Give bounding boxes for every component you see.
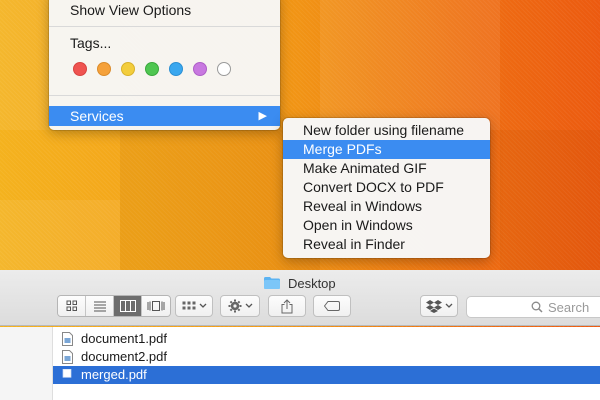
service-make-animated-gif[interactable]: Make Animated GIF [283, 159, 490, 178]
list-view-button[interactable] [86, 296, 114, 316]
wallpaper-tile [320, 0, 500, 130]
window-title-text: Desktop [287, 276, 336, 291]
cover-flow-icon [147, 301, 165, 311]
file-name: document1.pdf [81, 331, 168, 346]
file-row-document2[interactable]: document2.pdf [53, 348, 600, 366]
chevron-down-icon [199, 303, 206, 308]
view-mode-switcher [57, 295, 171, 317]
edit-tags-button[interactable] [313, 295, 351, 317]
arrange-button[interactable] [175, 295, 213, 317]
wallpaper-tile [0, 200, 120, 270]
menu-separator [49, 95, 280, 96]
service-reveal-in-finder[interactable]: Reveal in Finder [283, 235, 490, 254]
arrange-grid-icon [182, 301, 195, 310]
columns-icon [119, 300, 136, 312]
tag-gray[interactable] [217, 62, 231, 76]
tag-yellow[interactable] [121, 62, 135, 76]
tag-purple[interactable] [193, 62, 207, 76]
icon-grid-icon [66, 300, 77, 311]
service-open-in-windows[interactable]: Open in Windows [283, 216, 490, 235]
pdf-file-icon [62, 332, 73, 346]
list-icon [93, 301, 106, 312]
tag-green[interactable] [145, 62, 159, 76]
dropbox-icon [425, 300, 442, 313]
service-new-folder-using-filename[interactable]: New folder using filename [283, 121, 490, 140]
context-menu: Show View Options Tags... Services ▶ [49, 0, 280, 130]
pdf-file-icon [62, 369, 72, 378]
finder-toolbar: Desktop Search [0, 270, 600, 326]
services-label: Services [70, 108, 124, 124]
menu-item-services[interactable]: Services ▶ [49, 106, 280, 126]
submenu-arrow-icon: ▶ [258, 110, 267, 122]
search-field[interactable]: Search [466, 296, 600, 318]
finder-window: Desktop Search document1.pdf document2.p… [0, 270, 600, 400]
window-title: Desktop [0, 276, 600, 291]
menu-item-show-view-options[interactable]: Show View Options [49, 0, 280, 20]
action-button[interactable] [220, 295, 260, 317]
tag-icon [324, 301, 340, 311]
tag-color-row [73, 62, 231, 76]
share-icon [281, 298, 293, 313]
tag-red[interactable] [73, 62, 87, 76]
file-row-document1[interactable]: document1.pdf [53, 330, 600, 348]
search-placeholder: Search [548, 299, 590, 315]
services-submenu: New folder using filename Merge PDFs Mak… [283, 118, 490, 258]
file-list: document1.pdf document2.pdf merged.pdf [53, 327, 600, 400]
file-row-merged[interactable]: merged.pdf [53, 366, 600, 384]
service-merge-pdfs[interactable]: Merge PDFs [283, 140, 490, 159]
share-button[interactable] [268, 295, 306, 317]
menu-item-tags[interactable]: Tags... [49, 33, 280, 53]
pdf-file-icon [62, 350, 73, 364]
column-view-button[interactable] [114, 296, 142, 316]
chevron-down-icon [445, 303, 452, 308]
search-icon [531, 301, 543, 313]
chevron-down-icon [245, 303, 252, 308]
gear-icon [228, 299, 241, 313]
icon-view-button[interactable] [58, 296, 86, 316]
folder-icon [264, 277, 281, 289]
service-convert-docx-to-pdf[interactable]: Convert DOCX to PDF [283, 178, 490, 197]
tag-orange[interactable] [97, 62, 111, 76]
service-reveal-in-windows[interactable]: Reveal in Windows [283, 197, 490, 216]
file-name: merged.pdf [81, 367, 147, 382]
menu-separator [49, 26, 280, 27]
finder-sidebar [0, 327, 53, 400]
wallpaper-tile [500, 130, 600, 270]
file-name: document2.pdf [81, 349, 168, 364]
cover-flow-button[interactable] [142, 296, 170, 316]
tag-blue[interactable] [169, 62, 183, 76]
dropbox-button[interactable] [420, 295, 458, 317]
